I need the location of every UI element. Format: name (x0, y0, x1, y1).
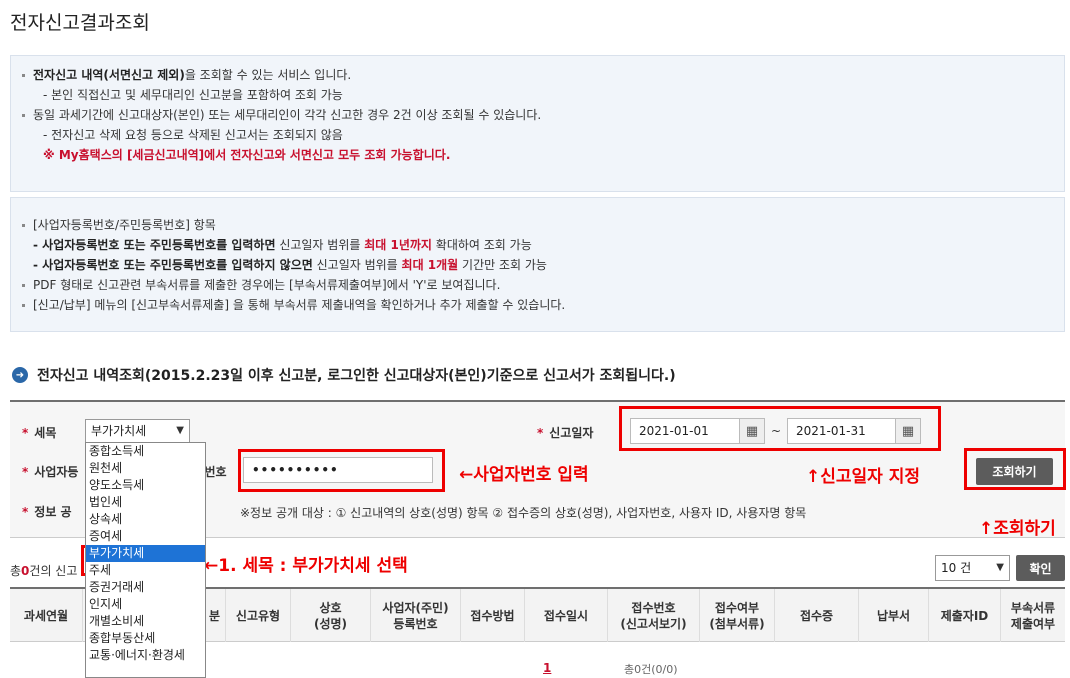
column-header: 접수일시 (525, 589, 608, 642)
section-title: ➜ 전자신고 내역조회(2015.2.23일 이후 신고분, 로그인한 신고대상… (12, 364, 676, 386)
date-label: * 신고일자 (537, 426, 594, 440)
info-line: [사업자등록번호/주민등록번호] 항목 (22, 215, 1064, 235)
column-header: 상호 (성명) (291, 589, 371, 642)
info-line: - 본인 직접신고 및 세무대리인 신고분을 포함하여 조회 가능 (43, 88, 343, 102)
column-header: 신고유형 (226, 589, 291, 642)
column-header: 제출자ID (929, 589, 1001, 642)
column-header: 접수방법 (461, 589, 525, 642)
tax-type-label: * 세목 (22, 426, 57, 440)
dropdown-option[interactable]: 주세 (86, 562, 205, 579)
dropdown-option[interactable]: 원천세 (86, 460, 205, 477)
chevron-down-icon: ▼ (996, 562, 1004, 573)
column-header: 납부서 (859, 589, 929, 642)
column-header: 접수증 (775, 589, 859, 642)
bizno-highlight-frame (238, 449, 445, 492)
dropdown-option[interactable]: 증여세 (86, 528, 205, 545)
dropdown-option[interactable]: 증권거래세 (86, 579, 205, 596)
info-line: - 사업자등록번호 또는 주민등록번호를 입력하지 않으면 신고일자 범위를 최… (33, 258, 547, 272)
annotation-tax: ←1. 세목 : 부가가치세 선택 (204, 556, 408, 576)
dropdown-option[interactable]: 법인세 (86, 494, 205, 511)
tax-type-dropdown-list: 종합소득세 원천세 양도소득세 법인세 상속세 증여세 부가가치세 주세 증권거… (85, 442, 206, 678)
column-header: 과세연월 (10, 589, 83, 642)
dropdown-option[interactable]: 개별소비세 (86, 613, 205, 630)
dropdown-option[interactable]: 인지세 (86, 596, 205, 613)
dropdown-option-selected[interactable]: 부가가치세 (86, 545, 205, 562)
info-line: 동일 과세기간에 신고대상자(본인) 또는 세무대리인이 각각 신고한 경우 2… (22, 105, 1064, 125)
pagination-total: 총0건(0/0) (624, 663, 678, 676)
info-line: - 사업자등록번호 또는 주민등록번호를 입력하면 신고일자 범위를 최대 1년… (33, 238, 532, 252)
confirm-button[interactable]: 확인 (1016, 555, 1065, 581)
dropdown-option[interactable]: 종합소득세 (86, 443, 205, 460)
arrow-circle-icon: ➜ (12, 367, 28, 383)
annotation-bizno: ←사업자번호 입력 (459, 465, 589, 485)
column-header: 사업자(주민) 등록번호 (371, 589, 461, 642)
result-count: 총0건의 신고 (10, 564, 78, 578)
column-header: 부속서류 제출여부 (1010, 600, 1056, 631)
info-box-guidance: [사업자등록번호/주민등록번호] 항목 - 사업자등록번호 또는 주민등록번호를… (10, 197, 1065, 332)
info-box-service: 전자신고 내역(서면신고 제외)을 조회할 수 있는 서비스 입니다. - 본인… (10, 55, 1065, 192)
column-header: 접수번호 (신고서보기) (608, 589, 700, 642)
pagination-page-link[interactable]: 1 (543, 661, 551, 675)
page-title: 전자신고결과조회 (10, 12, 150, 34)
page-size-select[interactable]: 10 건 ▼ (935, 555, 1010, 581)
annotation-search: ↑조회하기 (979, 519, 1056, 539)
info-line: 전자신고 내역(서면신고 제외)을 조회할 수 있는 서비스 입니다. (22, 65, 1064, 85)
info-line-notice: ※ My홈택스의 [세금신고내역]에서 전자신고와 서면신고 모두 조회 가능합… (43, 148, 451, 162)
date-highlight-frame (619, 406, 941, 451)
info-line: PDF 형태로 신고관련 부속서류를 제출한 경우에는 [부속서류제출여부]에서… (22, 275, 1064, 295)
dropdown-option[interactable]: 교통·에너지·환경세 (86, 647, 205, 664)
disclosure-note: ※정보 공개 대상 : ① 신고내역의 상호(성명) 항목 ② 접수증의 상호(… (240, 506, 807, 520)
chevron-down-icon: ▼ (176, 425, 184, 436)
column-header: 접수여부 (첨부서류) (700, 589, 775, 642)
annotation-date: ↑신고일자 지정 (806, 467, 921, 487)
tax-type-select[interactable]: 부가가치세 ▼ (85, 419, 190, 443)
info-line: - 전자신고 삭제 요청 등으로 삭제된 신고서는 조회되지 않음 (43, 128, 343, 142)
dropdown-option[interactable]: 종합부동산세 (86, 630, 205, 647)
dropdown-option[interactable]: 양도소득세 (86, 477, 205, 494)
search-highlight-frame (964, 448, 1066, 490)
info-line: [신고/납부] 메뉴의 [신고부속서류제출] 을 통해 부속서류 제출내역을 확… (22, 295, 1064, 315)
dropdown-option[interactable]: 상속세 (86, 511, 205, 528)
